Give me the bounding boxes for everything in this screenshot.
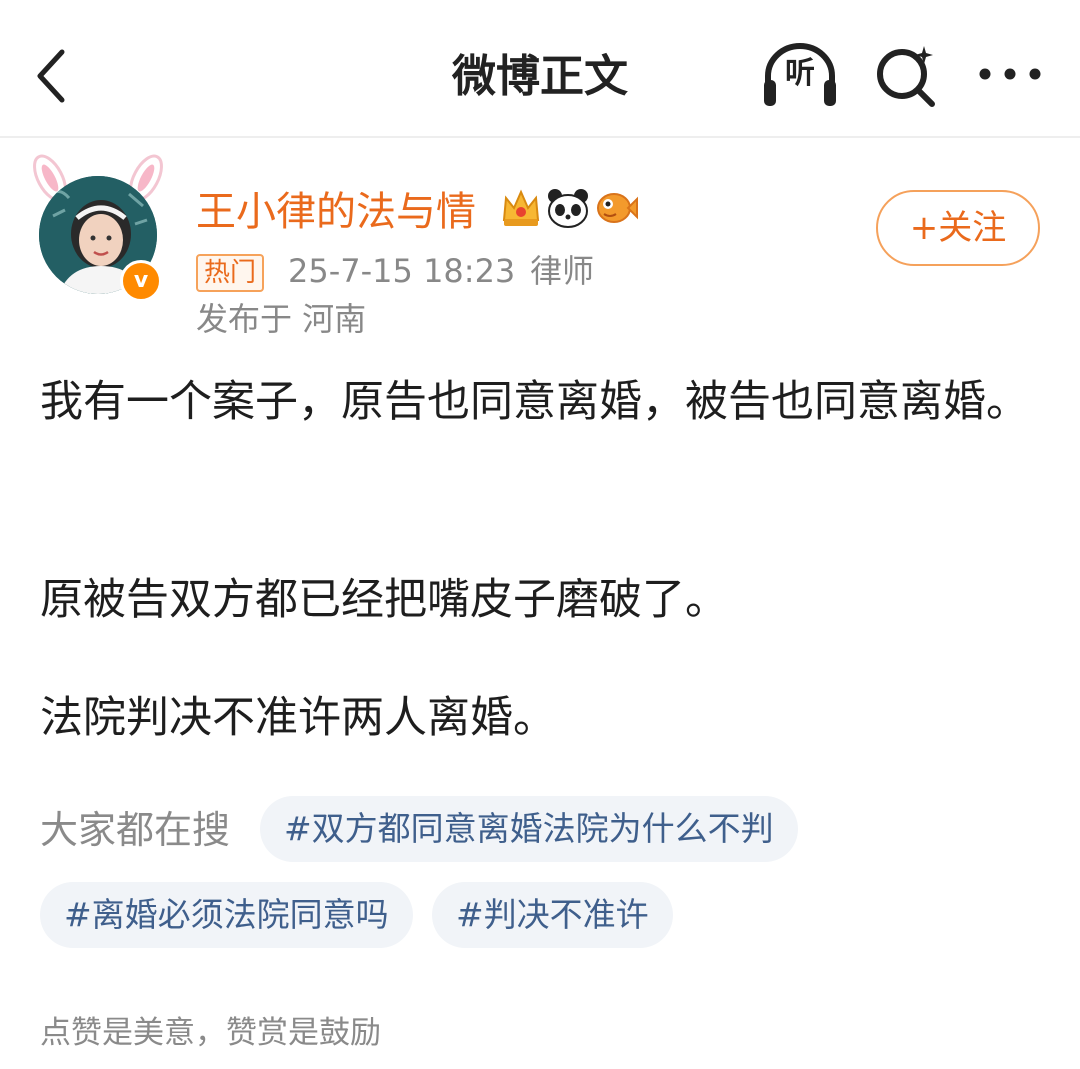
trending-search-tag[interactable]: #离婚必须法院同意吗: [40, 882, 413, 948]
page-title: 微博正文: [452, 51, 628, 102]
fish-icon[interactable]: [594, 186, 638, 234]
top-navigation-bar: 微博正文 听: [0, 0, 1080, 138]
author-role: 律师: [530, 252, 595, 290]
weibo-post-page: 微博正文 听 v 王小律的法与情 热门 25-7-15 18:23 律师 发布于…: [0, 0, 1080, 1069]
post-location: 发布于 河南: [196, 300, 367, 338]
trending-search-tag[interactable]: #判决不准许: [432, 882, 673, 948]
follow-button[interactable]: +关注: [876, 190, 1040, 266]
crown-icon[interactable]: [500, 186, 542, 234]
trending-search-tag[interactable]: #双方都同意离婚法院为什么不判: [260, 796, 798, 862]
author-name[interactable]: 王小律的法与情: [196, 184, 476, 240]
more-options-button[interactable]: [975, 56, 1045, 92]
more-icon: [979, 68, 1041, 80]
listen-button[interactable]: 听: [760, 38, 840, 110]
search-icon: [877, 46, 935, 107]
post-paragraph: 我有一个案子，原告也同意离婚，被告也同意离婚。: [40, 377, 1029, 427]
trending-search-label: 大家都在搜: [40, 808, 231, 852]
author-avatar-block: v: [28, 150, 168, 302]
verified-badge: v: [120, 260, 162, 302]
back-arrow-icon: [37, 49, 65, 103]
post-paragraph: 法院判决不准许两人离婚。: [40, 693, 556, 743]
search-button[interactable]: [870, 38, 942, 110]
post-timestamp: 25-7-15 18:23: [288, 252, 516, 290]
hot-tag: 热门: [196, 254, 265, 292]
back-button[interactable]: [28, 40, 84, 110]
panda-icon[interactable]: [546, 186, 590, 234]
listen-label: 听: [785, 56, 815, 91]
reward-note: 点赞是美意，赞赏是鼓励: [40, 1015, 381, 1051]
post-paragraph: 原被告双方都已经把嘴皮子磨破了。: [40, 575, 728, 625]
